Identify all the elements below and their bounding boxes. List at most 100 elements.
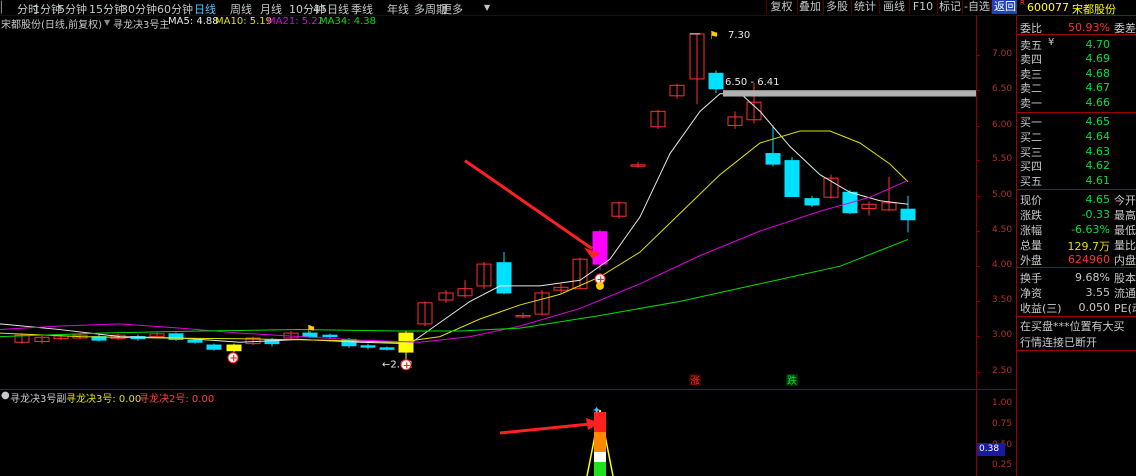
quote2-label: 净资 (1020, 287, 1042, 300)
candle-body (226, 344, 242, 352)
runner-icon: ⚑ (709, 29, 719, 42)
quote-label: 外盘 (1020, 254, 1042, 267)
sell-level-price[interactable]: 4.68 (1060, 67, 1111, 80)
period-tab-3[interactable]: 15分钟 (89, 1, 125, 17)
quote2-label-2: 股本 (1114, 272, 1136, 285)
period-tab-14[interactable]: 更多 (441, 1, 463, 17)
book-divider (1017, 112, 1136, 113)
runner-icon: ⚑ (306, 323, 316, 336)
sell-level-price[interactable]: 4.70 (1060, 38, 1111, 51)
candle-body (360, 345, 376, 348)
price-axis-label: 3.50 (992, 295, 1013, 305)
signal-bar-green (594, 462, 606, 476)
axis-tick (976, 55, 980, 56)
quote2-label-2: 流通 (1114, 287, 1136, 300)
quote-divider (1017, 316, 1136, 317)
period-tab-5[interactable]: 60分钟 (157, 1, 193, 17)
candle-body (784, 160, 800, 198)
period-tab-6[interactable]: 日线 (194, 1, 216, 17)
quote2-value: 3.55 (1085, 286, 1111, 299)
buy-level-price[interactable]: 4.64 (1060, 130, 1111, 143)
price-range-band (723, 90, 976, 97)
yen-icon: ¥ (1048, 37, 1055, 48)
price-axis-label: 5.50 (992, 154, 1013, 164)
panel-bottom-divider (1017, 350, 1136, 351)
tool-button-7[interactable]: -自选 (962, 0, 991, 14)
quote-value: 624960 (1068, 253, 1110, 266)
candle-body (592, 231, 608, 265)
quote-label: 涨幅 (1020, 224, 1042, 237)
tool-button-2[interactable]: 多股 (823, 0, 850, 14)
period-tab-12[interactable]: 年线 (387, 1, 409, 17)
up-mark: 涨 (690, 375, 700, 387)
quote2-label-2: PE(动 (1114, 302, 1136, 315)
tool-button-8[interactable]: 返回 (991, 0, 1018, 14)
price-axis-label: 2.50 (992, 366, 1013, 376)
price-axis-label: 5.00 (992, 190, 1013, 200)
quote-label: 总量 (1020, 239, 1042, 252)
buy-level-price[interactable]: 4.61 (1060, 174, 1111, 187)
weibi-value: 50.93% (1068, 21, 1110, 34)
candle-body (765, 153, 781, 165)
period-tab-11[interactable]: 季线 (351, 1, 373, 17)
ma34-line (0, 238, 909, 338)
stock-code: 600077 (1027, 1, 1069, 14)
buy-level-label: 买四 (1020, 160, 1042, 173)
buy-level-label: 买五 (1020, 175, 1042, 188)
tool-button-6[interactable]: 标记 (937, 0, 962, 14)
buy-level-price[interactable]: 4.63 (1060, 145, 1111, 158)
signal-bar-orange (594, 432, 606, 452)
toolbar: ▏ 分时 1分钟 5分钟 15分钟 30分钟 60分钟 日线 周线 月线 10分钟 45日线 季线 年线多… (0, 0, 1136, 16)
status-message: 行情连接已断开 (1020, 336, 1097, 349)
buy-level-price[interactable]: 4.62 (1060, 159, 1111, 172)
sell-level-price[interactable]: 4.66 (1060, 96, 1111, 109)
axis-divider (976, 15, 977, 476)
ma5-line (0, 92, 909, 345)
axis-tick (976, 231, 980, 232)
buy-level-price[interactable]: 4.65 (1060, 115, 1111, 128)
axis-tick (976, 160, 980, 161)
price-axis-label: 6.50 (992, 84, 1013, 94)
sub-arrow-shaft (499, 422, 591, 435)
status-message: 在买盘***位置有大买 (1020, 320, 1125, 333)
period-tab-8[interactable]: 月线 (260, 1, 282, 17)
period-tab-2[interactable]: 5分钟 (58, 1, 87, 17)
tool-button-4[interactable]: 画线 (879, 0, 908, 14)
candle-body (900, 208, 916, 221)
more-dropdown-icon[interactable]: ▼ (484, 3, 490, 12)
sell-level-label: 卖二 (1020, 82, 1042, 95)
ma21-line (0, 179, 909, 343)
candle-body (708, 72, 724, 90)
axis-tick (976, 126, 980, 127)
sub-indicator-chart[interactable]: ✦ (0, 390, 976, 476)
tool-button-1[interactable]: 叠加 (797, 0, 822, 14)
tool-button-3[interactable]: 统计 (851, 0, 878, 14)
candlestick-chart[interactable]: 6.50 - 6.417.30⚑←2.62+++⚑涨跌 (0, 16, 976, 388)
stock-marker: R (1020, 0, 1025, 7)
tool-button-5[interactable]: F10 (909, 0, 936, 14)
candle-body (496, 262, 512, 294)
price-range-label: 6.50 - 6.41 (725, 77, 780, 88)
quote2-value: 0.050 (1078, 301, 1111, 314)
sell-level-label: 卖四 (1020, 53, 1042, 66)
sell-level-price[interactable]: 4.67 (1060, 81, 1111, 94)
sub-axis-label: 0.75 (992, 419, 1013, 429)
price-axis-label: 6.00 (992, 120, 1013, 130)
period-tab-4[interactable]: 30分钟 (121, 1, 157, 17)
panel-divider (1016, 15, 1017, 476)
quote-value: -6.63% (1071, 223, 1110, 236)
period-tab-7[interactable]: 周线 (230, 1, 252, 17)
buy-level-label: 买一 (1020, 116, 1042, 129)
sell-level-price[interactable]: 4.69 (1060, 52, 1111, 65)
quote2-label: 换手 (1020, 272, 1042, 285)
book-divider (1017, 189, 1136, 190)
coin-icon (596, 281, 604, 290)
tool-button-0[interactable]: 复权 (766, 0, 796, 14)
price-axis-label: 7.00 (992, 49, 1013, 59)
period-tab-10[interactable]: 45日线 (313, 1, 349, 17)
candle-body (379, 347, 395, 350)
quote-label-2: 最低 (1114, 224, 1136, 237)
quote-label: 现价 (1020, 194, 1042, 207)
axis-tick (976, 336, 980, 337)
sub-axis-label: 0.25 (992, 460, 1013, 470)
